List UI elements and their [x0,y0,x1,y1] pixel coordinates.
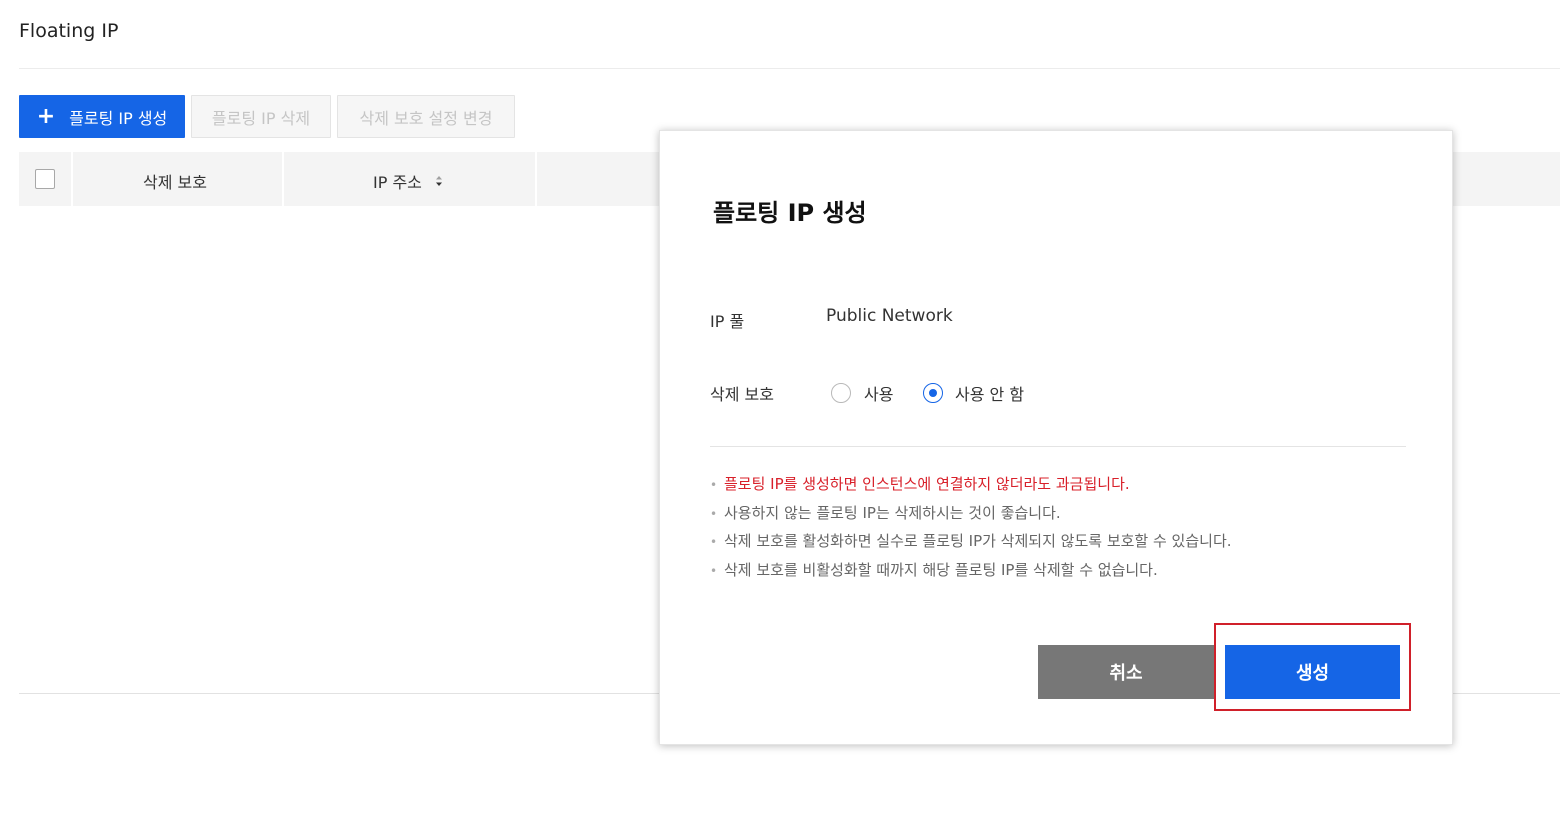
notice-billing-warning: 플로팅 IP를 생성하면 인스턴스에 연결하지 않더라도 과금됩니다. [724,475,1130,493]
notice-item: • 삭제 보호를 비활성화할 때까지 해당 플로팅 IP를 삭제할 수 없습니다. [710,560,1158,579]
sort-icon[interactable] [435,175,443,187]
column-separator [282,152,284,206]
page-title: Floating IP [19,20,119,42]
toolbar: + 플로팅 IP 생성 플로팅 IP 삭제 삭제 보호 설정 변경 [19,95,515,138]
delete-protection-label: 삭제 보호 [710,385,774,404]
column-header-delete-protection[interactable]: 삭제 보호 [143,169,207,193]
notice-text: 삭제 보호를 활성화하면 실수로 플로팅 IP가 삭제되지 않도록 보호할 수 … [724,532,1232,550]
ip-pool-label: IP 풀 [710,312,745,331]
title-divider [19,68,1560,69]
dialog-divider [710,446,1406,447]
cancel-button[interactable]: 취소 [1038,645,1214,699]
notice-item: • 플로팅 IP를 생성하면 인스턴스에 연결하지 않더라도 과금됩니다. [710,475,1130,493]
create-floating-ip-label: 플로팅 IP 생성 [69,108,168,128]
notice-list: • 플로팅 IP를 생성하면 인스턴스에 연결하지 않더라도 과금됩니다. • 사용… [710,471,1232,585]
change-delete-protection-button[interactable]: 삭제 보호 설정 변경 [337,95,515,138]
column-separator [535,152,537,206]
protection-disabled-radio[interactable] [923,383,943,403]
select-all-checkbox[interactable] [35,169,55,189]
notice-item: • 삭제 보호를 활성화하면 실수로 플로팅 IP가 삭제되지 않도록 보호할 수… [710,532,1232,550]
create-floating-ip-button[interactable]: + 플로팅 IP 생성 [19,95,185,138]
create-button-highlight [1214,623,1411,711]
protection-disabled-label[interactable]: 사용 안 함 [955,381,1024,405]
dialog-title: 플로팅 IP 생성 [713,199,867,227]
protection-enabled-label[interactable]: 사용 [864,381,893,405]
column-header-ip-address[interactable]: IP 주소 [373,169,422,193]
notice-text: 사용하지 않는 플로팅 IP는 삭제하시는 것이 좋습니다. [724,503,1061,522]
plus-icon: + [36,103,56,129]
protection-enabled-radio[interactable] [831,383,851,403]
delete-floating-ip-button[interactable]: 플로팅 IP 삭제 [191,95,331,138]
notice-text: 삭제 보호를 비활성화할 때까지 해당 플로팅 IP를 삭제할 수 없습니다. [724,560,1158,579]
create-floating-ip-dialog: 플로팅 IP 생성 IP 풀 Public Network 삭제 보호 사용 사… [659,130,1453,745]
notice-item: • 사용하지 않는 플로팅 IP는 삭제하시는 것이 좋습니다. [710,503,1061,522]
column-separator [71,152,73,206]
ip-pool-value: Public Network [826,306,953,326]
